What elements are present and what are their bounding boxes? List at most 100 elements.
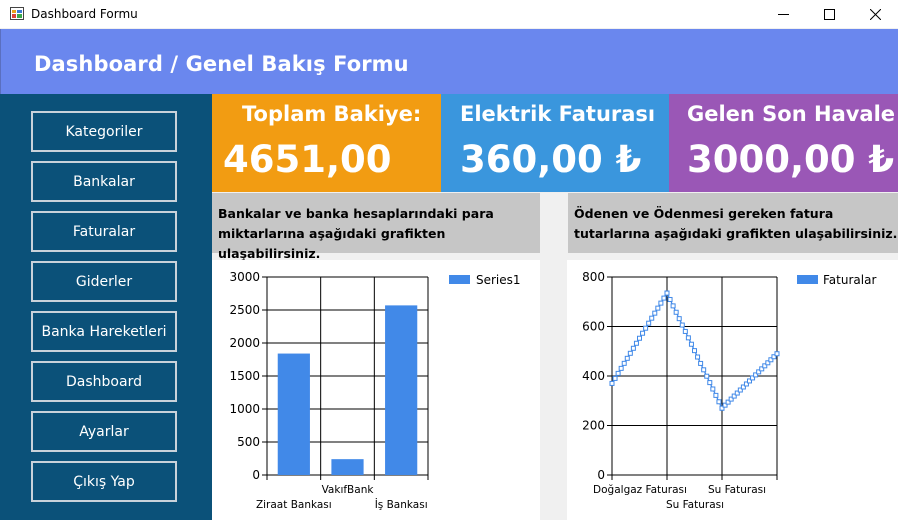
sidebar-item-kategoriler[interactable]: Kategoriler xyxy=(31,111,177,152)
series-marker xyxy=(649,315,655,321)
y-tick-label: 1000 xyxy=(229,402,260,416)
sidebar: Kategoriler Bankalar Faturalar Giderler … xyxy=(0,94,212,520)
series-marker xyxy=(630,345,636,351)
series-marker xyxy=(667,296,673,302)
series-marker xyxy=(661,295,667,301)
series-marker xyxy=(676,316,682,322)
series-marker xyxy=(618,365,624,371)
series-marker xyxy=(621,360,627,366)
series-marker xyxy=(707,380,713,386)
series-marker xyxy=(652,310,658,316)
series-marker xyxy=(624,355,630,361)
app-icon xyxy=(10,7,24,20)
maximize-icon xyxy=(823,8,835,20)
banks-bar-chart: 0 500 1000 1500 2000 2500 3000 Ziraat Bankası Va… xyxy=(229,270,521,511)
sidebar-item-dashboard[interactable]: Dashboard xyxy=(31,361,177,402)
legend-swatch xyxy=(449,275,470,284)
sidebar-item-ayarlar[interactable]: Ayarlar xyxy=(31,411,177,452)
bar xyxy=(277,353,310,475)
invoices-description-line1: Ödenen ve Ödenmesi gereken fatura xyxy=(574,206,834,221)
elektrik-faturasi-card: Elektrik Faturası 360,00 ₺ xyxy=(441,94,669,192)
legend-label: Series1 xyxy=(476,273,521,287)
series-marker xyxy=(695,354,701,360)
sidebar-item-banka-hareketleri[interactable]: Banka Hareketleri xyxy=(31,311,177,352)
banks-description-line2: miktarlarına aşağıdaki grafikten ulaşabi… xyxy=(218,226,446,261)
sidebar-item-giderler[interactable]: Giderler xyxy=(31,261,177,302)
maximize-button[interactable] xyxy=(806,0,852,28)
title-bar[interactable]: Dashboard Formu xyxy=(0,0,898,28)
minimize-icon xyxy=(777,13,789,15)
close-button[interactable] xyxy=(852,0,898,28)
series-marker xyxy=(670,303,676,309)
bar xyxy=(331,459,364,475)
series-marker xyxy=(655,305,661,311)
series-marker xyxy=(688,341,694,347)
y-tick-label: 500 xyxy=(237,435,260,449)
elektrik-faturasi-label: Elektrik Faturası xyxy=(460,102,656,126)
x-tick-label: Su Faturası xyxy=(666,499,724,511)
series-marker xyxy=(612,375,618,381)
series-marker xyxy=(637,335,642,341)
banks-chart-panel: 0 500 1000 1500 2000 2500 3000 Ziraat Bankası Va… xyxy=(212,260,540,520)
series-marker xyxy=(704,373,710,379)
y-tick-label: 200 xyxy=(582,419,605,433)
gelen-son-havale-label: Gelen Son Havale xyxy=(687,102,896,126)
y-tick-label: 2000 xyxy=(229,336,260,350)
minimize-button[interactable] xyxy=(760,0,806,28)
sidebar-item-bankalar[interactable]: Bankalar xyxy=(31,161,177,202)
y-tick-label: 0 xyxy=(252,468,260,482)
invoices-chart-panel: 0 200 400 600 800 Doğalgaz Faturası Su Faturas… xyxy=(567,260,898,520)
dashboard-window: Dashboard Formu Dashboard / Genel Bakış … xyxy=(0,0,898,520)
toplam-bakiye-value: 4651,00 xyxy=(223,138,392,181)
sidebar-item-faturalar[interactable]: Faturalar xyxy=(31,211,177,252)
invoices-line-chart: 0 200 400 600 800 Doğalgaz Faturası Su Faturas… xyxy=(582,270,876,511)
series-marker xyxy=(673,309,679,315)
y-tick-label: 3000 xyxy=(229,270,260,284)
y-tick-label: 400 xyxy=(582,369,605,383)
series-marker xyxy=(698,360,704,366)
series-marker xyxy=(664,290,670,296)
series-marker xyxy=(713,392,719,398)
series-marker xyxy=(627,350,633,356)
series-marker xyxy=(633,340,639,346)
page-title: Dashboard / Genel Bakış Formu xyxy=(34,52,409,76)
bar xyxy=(385,305,418,475)
series-marker xyxy=(716,399,722,405)
banks-description: Bankalar ve banka hesaplarındaki para mi… xyxy=(212,193,540,261)
series-marker xyxy=(682,328,688,334)
series-marker xyxy=(679,322,685,328)
series-marker xyxy=(692,348,697,354)
series-marker xyxy=(609,380,615,386)
gelen-son-havale-value: 3000,00 ₺ xyxy=(687,138,895,181)
series-marker xyxy=(685,335,691,341)
legend-label: Faturalar xyxy=(823,273,876,287)
series-marker xyxy=(643,325,649,331)
x-tick-label: Doğalgaz Faturası xyxy=(593,484,687,496)
legend-swatch xyxy=(797,275,818,284)
gelen-son-havale-card: Gelen Son Havale 3000,00 ₺ xyxy=(669,94,898,192)
series-marker xyxy=(615,370,621,376)
series-marker xyxy=(710,386,716,392)
x-tick-label: İş Bankası xyxy=(375,498,428,511)
series-marker xyxy=(701,367,707,373)
invoices-description-line2: tutarlarına aşağıdaki grafikten ulaşabil… xyxy=(574,226,898,241)
banks-description-line1: Bankalar ve banka hesaplarındaki para xyxy=(218,206,494,221)
elektrik-faturasi-value: 360,00 ₺ xyxy=(460,138,642,181)
y-tick-label: 800 xyxy=(582,270,605,284)
x-tick-label: Ziraat Bankası xyxy=(256,499,332,511)
y-tick-label: 2500 xyxy=(229,303,260,317)
y-tick-label: 600 xyxy=(582,320,605,334)
y-tick-label: 0 xyxy=(597,468,605,482)
window-title: Dashboard Formu xyxy=(31,7,138,21)
sidebar-item-cikis-yap[interactable]: Çıkış Yap xyxy=(31,461,177,502)
close-icon xyxy=(869,8,881,20)
series-marker xyxy=(640,330,646,336)
header-bar: Dashboard / Genel Bakış Formu xyxy=(0,29,898,94)
toplam-bakiye-card: Toplam Bakiye: 4651,00 xyxy=(212,94,441,192)
x-tick-label: VakıfBank xyxy=(322,484,375,496)
x-tick-label: Su Faturası xyxy=(708,484,766,496)
series-marker xyxy=(646,320,652,326)
series-marker xyxy=(774,351,780,357)
toplam-bakiye-label: Toplam Bakiye: xyxy=(242,102,422,126)
y-tick-label: 1500 xyxy=(229,369,260,383)
